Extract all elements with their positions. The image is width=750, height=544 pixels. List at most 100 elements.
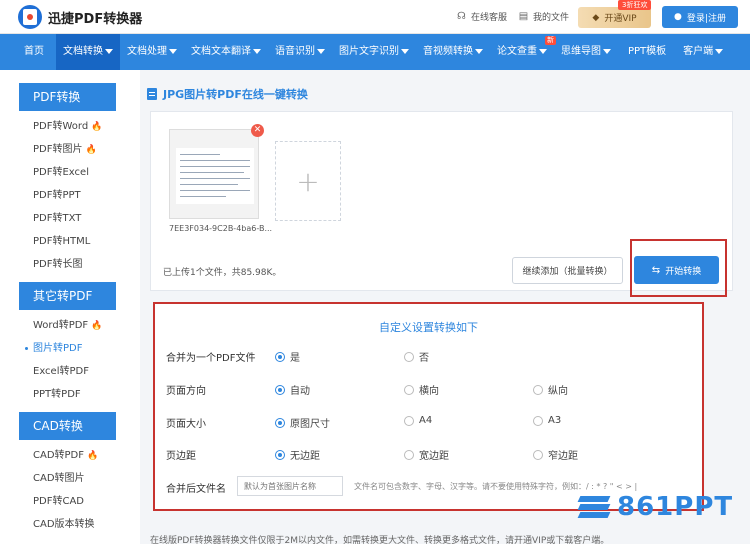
file-icon: ▤	[518, 11, 529, 22]
page-size-row: 页面大小 原图尺寸 A4 A3	[155, 414, 702, 430]
chevron-down-icon	[401, 48, 409, 54]
margin-wide-radio[interactable]: 宽边距	[404, 447, 449, 462]
size-original-radio[interactable]: 原图尺寸	[275, 415, 330, 430]
vip-button[interactable]: ◆ 开通VIP	[578, 7, 651, 28]
radio-checked	[275, 449, 285, 460]
watermark-text: 861PPT	[617, 492, 734, 522]
radio-checked	[275, 384, 285, 395]
stacked-layers-icon	[577, 494, 611, 520]
remove-file-icon[interactable]: ✕	[251, 124, 264, 137]
sidebar-item-pdf-to-long-image[interactable]: PDF转长图	[33, 253, 140, 276]
thumbnail-preview	[176, 148, 254, 204]
merge-label: 合并为一个PDF文件	[166, 353, 256, 364]
chevron-down-icon	[105, 48, 113, 54]
watermark: 861PPT	[577, 492, 733, 522]
orientation-row: 页面方向 自动 横向 纵向	[155, 381, 702, 397]
nav-doc-process[interactable]: 文档处理	[120, 34, 184, 70]
radio-unchecked	[404, 449, 414, 460]
nav-speech[interactable]: 语音识别	[268, 34, 332, 70]
swap-icon: ⇆	[651, 264, 661, 276]
settings-title: 自定义设置转换如下	[379, 321, 478, 334]
sidebar-cat-cad-convert[interactable]: CAD转换	[19, 412, 116, 440]
radio-unchecked	[404, 384, 414, 395]
conversion-notice: 在线版PDF转换器转换文件仅限于2M以内文件，如需转换更大文件、转换更多格式文件…	[150, 536, 610, 544]
sidebar: PDF转换 PDF转Word 🔥 PDF转图片 🔥 PDF转Excel PDF转PP…	[0, 70, 140, 544]
sidebar-cat-other-to-pdf[interactable]: 其它转PDF	[19, 282, 116, 310]
diamond-icon: ◆	[592, 12, 600, 23]
continue-add-button[interactable]: 继续添加（批量转换）	[512, 257, 623, 284]
sidebar-cat-pdf-convert[interactable]: PDF转换	[19, 83, 116, 111]
size-a4-radio[interactable]: A4	[404, 415, 432, 426]
filename-label: 合并后文件名	[166, 484, 226, 495]
sidebar-item-pdf-to-word[interactable]: PDF转Word 🔥	[33, 115, 140, 138]
margin-none-radio[interactable]: 无边距	[275, 447, 320, 462]
logo-icon	[18, 5, 42, 29]
sidebar-item-pdf-to-cad[interactable]: PDF转CAD	[33, 490, 140, 513]
my-files-link[interactable]: ▤ 我的文件	[518, 10, 569, 23]
login-register-button[interactable]: ● 登录|注册	[662, 6, 738, 28]
fire-icon: 🔥	[87, 451, 99, 461]
sidebar-item-image-to-pdf[interactable]: 图片转PDF	[25, 337, 140, 360]
size-a3-radio[interactable]: A3	[533, 415, 561, 426]
sidebar-item-excel-to-pdf[interactable]: Excel转PDF	[33, 360, 140, 383]
settings-panel: 自定义设置转换如下 合并为一个PDF文件 是 否 页面方向 自动 横向 纵向 页…	[153, 302, 704, 511]
sidebar-item-pdf-to-ppt[interactable]: PDF转PPT	[33, 184, 140, 207]
orientation-landscape-radio[interactable]: 横向	[404, 382, 439, 397]
chevron-down-icon	[317, 48, 325, 54]
radio-unchecked	[404, 415, 414, 426]
chevron-down-icon	[539, 48, 547, 54]
nav-translate[interactable]: 文档文本翻译	[184, 34, 268, 70]
chevron-down-icon	[169, 48, 177, 54]
fire-icon: 🔥	[85, 145, 97, 155]
nav-plagiarism[interactable]: 论文查重新	[490, 34, 556, 70]
merge-no-radio[interactable]: 否	[404, 349, 429, 364]
filename-hint: 文件名可包含数字、字母、汉字等。请不要使用特殊字符，例如：/ : * ? " <…	[354, 482, 638, 491]
nav-mindmap[interactable]: 思维导图	[554, 34, 618, 70]
margin-row: 页边距 无边距 宽边距 窄边距	[155, 446, 702, 462]
radio-checked	[275, 417, 285, 428]
margin-narrow-radio[interactable]: 窄边距	[533, 447, 578, 462]
start-convert-button[interactable]: ⇆ 开始转换	[634, 256, 719, 284]
headset-icon: ☊	[457, 11, 466, 22]
sidebar-item-ppt-to-pdf[interactable]: PPT转PDF	[33, 383, 140, 406]
logo-text: 迅捷PDF转换器	[48, 11, 143, 27]
radio-unchecked	[533, 384, 543, 395]
nav-ppt-template[interactable]: PPT模板	[618, 34, 676, 70]
radio-unchecked	[404, 351, 414, 362]
merge-yes-radio[interactable]: 是	[275, 349, 300, 364]
sidebar-item-cad-version[interactable]: CAD版本转换	[33, 513, 140, 536]
radio-unchecked	[533, 415, 543, 426]
user-icon: ●	[674, 12, 682, 22]
nav-doc-convert[interactable]: 文档转换	[56, 34, 120, 70]
file-name: 7EE3F034-9C2B-4ba6-B...	[169, 224, 273, 233]
page-title: JPG图片转PDF在线一键转换	[147, 86, 308, 102]
sidebar-item-cad-to-image[interactable]: CAD转图片	[33, 467, 140, 490]
sidebar-item-pdf-to-txt[interactable]: PDF转TXT	[33, 207, 140, 230]
sidebar-item-pdf-to-excel[interactable]: PDF转Excel	[33, 161, 140, 184]
upload-status: 已上传1个文件，共85.98K。	[163, 268, 282, 278]
nav-client[interactable]: 客户端	[676, 34, 730, 70]
nav-home[interactable]: 首页	[0, 34, 56, 70]
nav-av-convert[interactable]: 音视频转换	[416, 34, 490, 70]
chevron-down-icon	[475, 48, 483, 54]
online-service-link[interactable]: ☊ 在线客服	[456, 10, 507, 23]
main-nav: 首页 文档转换 文档处理 文档文本翻译 语音识别 图片文字识别 音视频转换 论文…	[0, 34, 750, 70]
sidebar-item-word-to-pdf[interactable]: Word转PDF 🔥	[33, 314, 140, 337]
sidebar-item-pdf-to-html[interactable]: PDF转HTML	[33, 230, 140, 253]
file-thumbnail[interactable]	[169, 129, 259, 219]
vip-promo-badge: 3折狂欢	[618, 0, 652, 10]
nav-ocr[interactable]: 图片文字识别	[332, 34, 416, 70]
logo[interactable]: 迅捷PDF转换器	[18, 5, 142, 29]
sidebar-item-pdf-to-image[interactable]: PDF转图片 🔥	[33, 138, 140, 161]
merge-row: 合并为一个PDF文件 是 否	[155, 348, 702, 364]
plus-icon: +	[296, 164, 320, 198]
orientation-portrait-radio[interactable]: 纵向	[533, 382, 568, 397]
radio-checked	[275, 351, 285, 362]
sidebar-item-cad-to-pdf[interactable]: CAD转PDF 🔥	[33, 444, 140, 467]
orientation-auto-radio[interactable]: 自动	[275, 382, 310, 397]
filename-input[interactable]	[237, 476, 343, 496]
margin-label: 页边距	[166, 451, 196, 462]
chevron-down-icon	[715, 48, 724, 54]
radio-unchecked	[533, 449, 543, 460]
add-file-slot[interactable]: +	[275, 141, 341, 221]
